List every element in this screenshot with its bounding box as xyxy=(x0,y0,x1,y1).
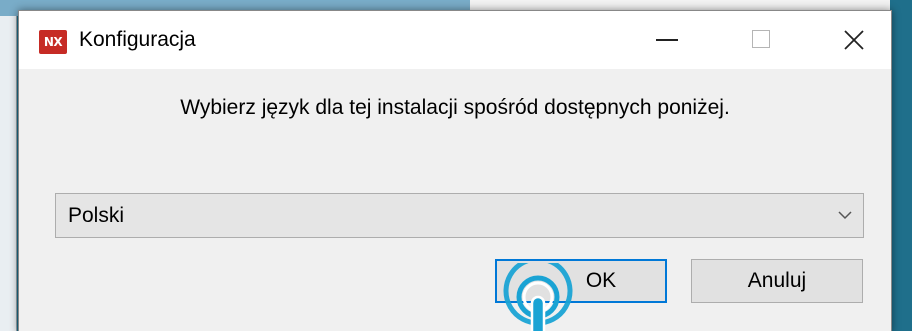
language-select[interactable]: Polski xyxy=(55,193,864,238)
dialog-title: Konfiguracja xyxy=(79,28,196,51)
cancel-button[interactable]: Anuluj xyxy=(691,259,863,303)
maximize-button[interactable] xyxy=(714,11,804,69)
close-icon xyxy=(844,30,864,50)
close-button[interactable] xyxy=(809,11,899,69)
instruction-text: Wybierz język dla tej instalacji spośród… xyxy=(180,96,730,119)
tap-gesture-icon xyxy=(503,263,573,331)
app-logo-icon: NX xyxy=(39,30,67,54)
chevron-down-icon xyxy=(838,211,852,220)
configuration-dialog: NX Konfiguracja Wybierz język dla tej in… xyxy=(18,10,892,331)
cancel-button-label: Anuluj xyxy=(747,269,807,292)
background-window-body xyxy=(0,16,17,331)
dialog-titlebar[interactable]: NX Konfiguracja xyxy=(19,11,891,69)
minimize-button[interactable] xyxy=(619,11,709,69)
language-select-value: Polski xyxy=(68,204,125,227)
ok-button-label: OK xyxy=(585,269,617,292)
